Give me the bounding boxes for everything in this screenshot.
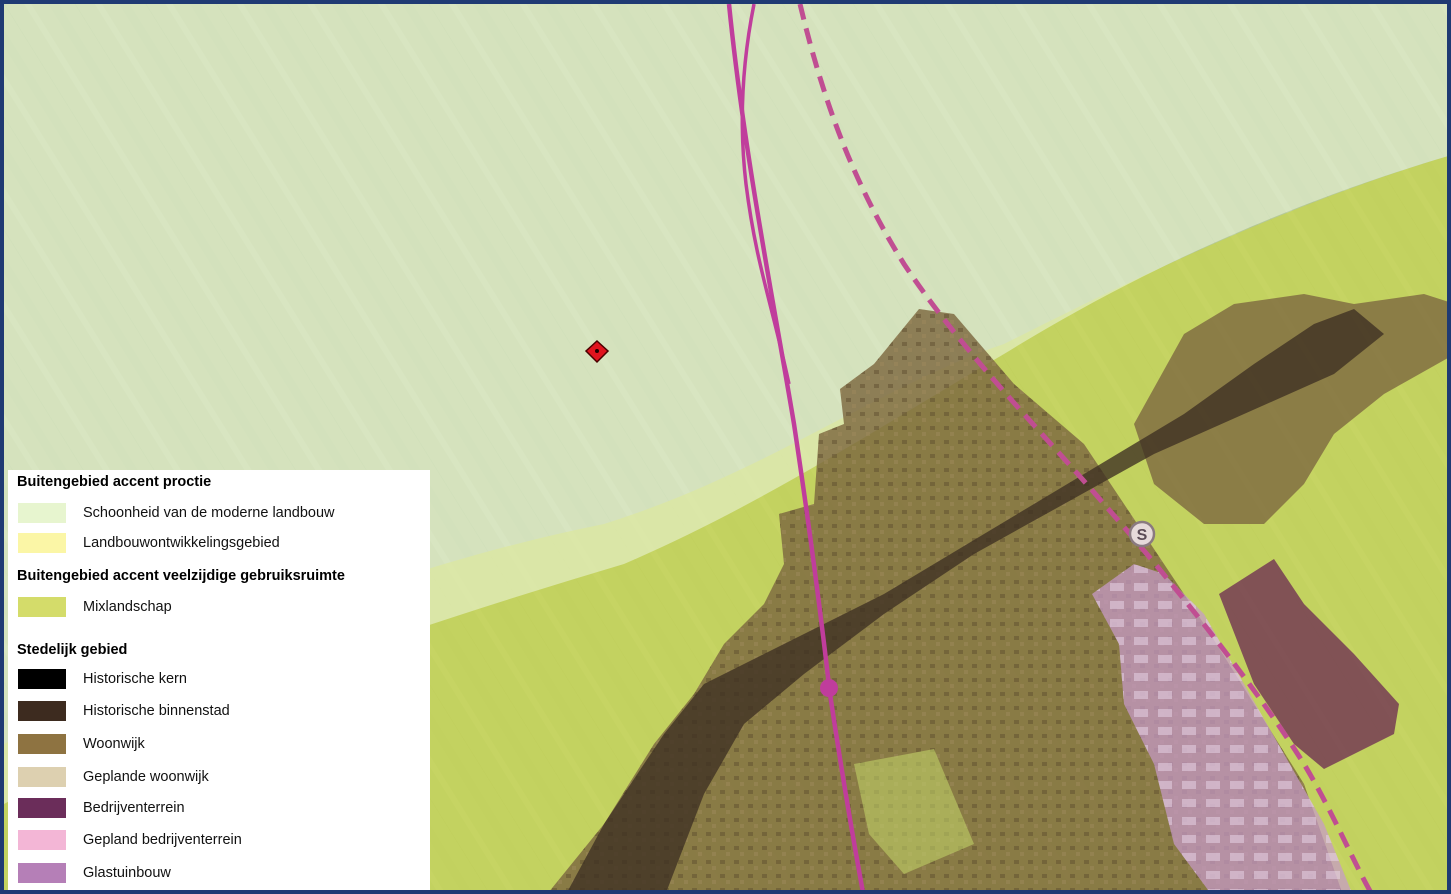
legend-item: Glastuinbouw [18, 862, 171, 884]
legend-swatch [18, 767, 66, 787]
legend-item-label: Geplande woonwijk [83, 769, 209, 785]
legend-item: Schoonheid van de moderne landbouw [18, 502, 335, 524]
legend-item-label: Glastuinbouw [83, 865, 171, 881]
station-icon[interactable]: S [1128, 520, 1156, 548]
legend-item-label: Schoonheid van de moderne landbouw [83, 505, 335, 521]
legend-item: Woonwijk [18, 733, 145, 755]
legend-item-label: Bedrijventerrein [83, 800, 185, 816]
legend-section-title: Buitengebied accent veelzijdige gebruiks… [17, 568, 345, 584]
legend-item: Bedrijventerrein [18, 797, 185, 819]
legend-item-label: Woonwijk [83, 736, 145, 752]
legend-swatch [18, 734, 66, 754]
legend-item-label: Historische kern [83, 671, 187, 687]
legend-swatch [18, 533, 66, 553]
legend-section-title: Buitengebied accent proctie [17, 474, 212, 490]
map-frame: S Buitengebied accent proctie Schoonheid … [0, 0, 1451, 894]
legend-item: Landbouwontwikkelingsgebied [18, 532, 280, 554]
legend-item-label: Historische binnenstad [83, 703, 230, 719]
railway-junction [820, 679, 838, 697]
legend-section-title: Stedelijk gebied [17, 642, 128, 658]
svg-text:S: S [1137, 527, 1148, 544]
legend-item: Historische kern [18, 668, 187, 690]
legend-swatch [18, 863, 66, 883]
legend-item: Historische binnenstad [18, 700, 230, 722]
legend-swatch [18, 701, 66, 721]
legend-swatch [18, 597, 66, 617]
legend-swatch [18, 798, 66, 818]
legend-swatch [18, 669, 66, 689]
legend-item: Gepland bedrijventerrein [18, 829, 242, 851]
legend-item-label: Gepland bedrijventerrein [83, 832, 242, 848]
legend-item-label: Mixlandschap [83, 599, 172, 615]
legend-item: Mixlandschap [18, 596, 172, 618]
legend-item: Geplande woonwijk [18, 766, 209, 788]
legend-swatch [18, 830, 66, 850]
map-legend: Buitengebied accent proctie Schoonheid va… [8, 470, 430, 890]
legend-swatch [18, 503, 66, 523]
legend-item-label: Landbouwontwikkelingsgebied [83, 535, 280, 551]
